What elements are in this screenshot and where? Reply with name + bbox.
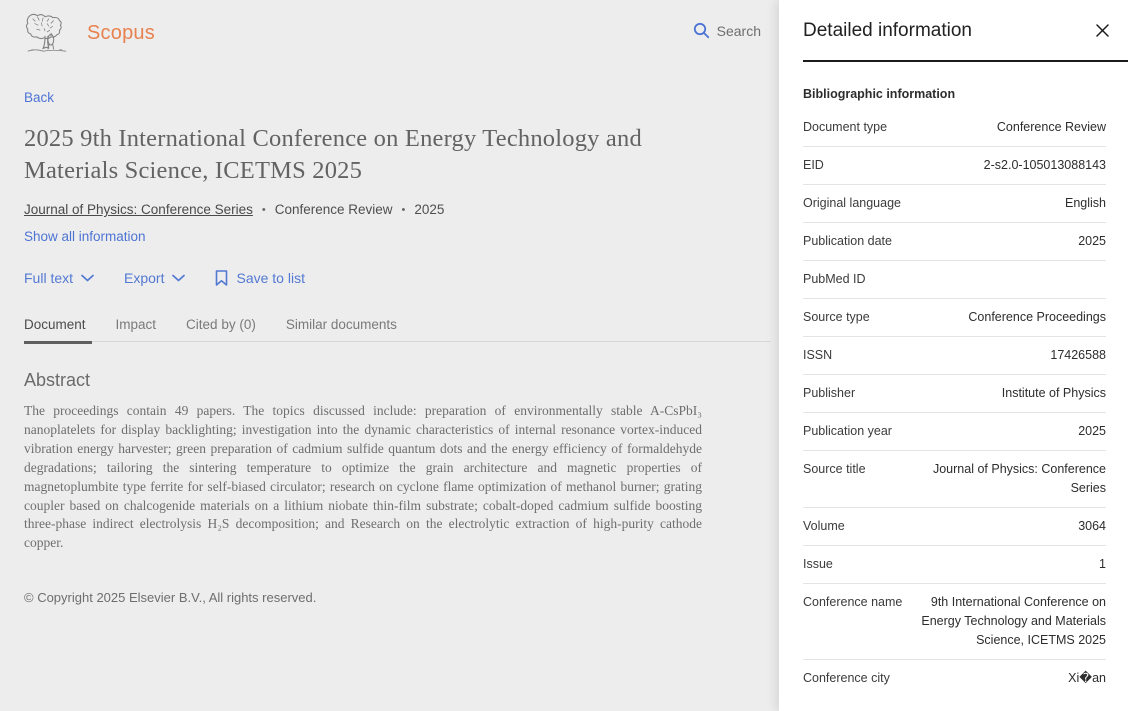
info-row-conference-city: Conference city Xi�an — [803, 659, 1106, 697]
info-row-original-language: Original language English — [803, 184, 1106, 222]
info-value: 2025 — [907, 422, 1106, 441]
info-row-publication-year: Publication year 2025 — [803, 412, 1106, 450]
show-all-information-link[interactable]: Show all information — [24, 229, 146, 244]
info-value: Journal of Physics: Conference Series — [907, 460, 1106, 498]
info-label: Source title — [803, 460, 907, 479]
info-label: ISSN — [803, 346, 907, 365]
search-button[interactable]: Search — [693, 22, 761, 39]
document-title: 2025 9th International Conference on Ene… — [24, 123, 689, 187]
detailed-information-panel: Detailed information Bibliographic infor… — [779, 0, 1128, 711]
info-row-document-type: Document type Conference Review — [803, 109, 1106, 146]
document-type-label: Conference Review — [275, 202, 393, 217]
export-label: Export — [124, 270, 164, 286]
info-label: EID — [803, 156, 907, 175]
meta-separator-dot: • — [262, 204, 266, 216]
info-row-pubmed-id: PubMed ID — [803, 260, 1106, 298]
info-label: Publication date — [803, 232, 907, 251]
panel-header: Detailed information — [779, 0, 1128, 42]
info-value: Institute of Physics — [907, 384, 1106, 403]
full-text-button[interactable]: Full text — [24, 270, 94, 286]
info-value: 17426588 — [907, 346, 1106, 365]
info-value: 2-s2.0-105013088143 — [907, 156, 1106, 175]
search-icon — [693, 22, 710, 39]
info-row-source-title: Source title Journal of Physics: Confere… — [803, 450, 1106, 507]
bibliographic-info-table: Document type Conference Review EID 2-s2… — [803, 109, 1106, 697]
chevron-down-icon — [81, 274, 94, 282]
close-panel-button[interactable] — [1090, 18, 1114, 42]
info-label: Publication year — [803, 422, 907, 441]
info-label: Document type — [803, 118, 907, 137]
panel-title-divider — [803, 60, 1128, 62]
info-label: Original language — [803, 194, 907, 213]
info-row-publisher: Publisher Institute of Physics — [803, 374, 1106, 412]
meta-separator-dot: • — [402, 204, 406, 216]
action-bar: Full text Export Save to list — [24, 270, 755, 286]
info-label: Volume — [803, 517, 907, 536]
close-icon — [1096, 24, 1109, 37]
info-value: Conference Proceedings — [907, 308, 1106, 327]
info-label: PubMed ID — [803, 270, 907, 289]
info-row-issn: ISSN 17426588 — [803, 336, 1106, 374]
info-label: Publisher — [803, 384, 907, 403]
bookmark-icon — [215, 270, 228, 286]
source-title-link[interactable]: Journal of Physics: Conference Series — [24, 202, 253, 217]
info-row-source-type: Source type Conference Proceedings — [803, 298, 1106, 336]
info-label: Conference city — [803, 669, 907, 688]
info-row-eid: EID 2-s2.0-105013088143 — [803, 146, 1106, 184]
tab-cited-by[interactable]: Cited by (0) — [186, 317, 262, 341]
info-value: Conference Review — [907, 118, 1106, 137]
info-value: 9th International Conference on Energy T… — [907, 593, 1106, 650]
export-button[interactable]: Export — [124, 270, 185, 286]
bibliographic-section-heading: Bibliographic information — [803, 87, 1104, 101]
tab-similar-documents[interactable]: Similar documents — [286, 317, 403, 341]
info-value: 2025 — [907, 232, 1106, 251]
tab-bar: Document Impact Cited by (0) Similar doc… — [24, 317, 771, 342]
info-value: Xi�an — [907, 669, 1106, 688]
scopus-wordmark: Scopus — [87, 22, 155, 45]
back-link[interactable]: Back — [24, 90, 54, 105]
search-label: Search — [717, 23, 761, 39]
top-header: Scopus Search — [24, 0, 755, 58]
elsevier-tree-logo[interactable] — [24, 10, 70, 56]
chevron-down-icon — [172, 274, 185, 282]
tab-document[interactable]: Document — [24, 317, 92, 341]
abstract-heading: Abstract — [24, 370, 755, 391]
save-to-list-button[interactable]: Save to list — [215, 270, 304, 286]
info-value: 3064 — [907, 517, 1106, 536]
abstract-text: The proceedings contain 49 papers. The t… — [24, 402, 702, 553]
document-main-area: Scopus Search Back 2025 9th Internationa… — [0, 0, 779, 711]
info-row-publication-date: Publication date 2025 — [803, 222, 1106, 260]
tab-impact[interactable]: Impact — [116, 317, 163, 341]
info-label: Source type — [803, 308, 907, 327]
full-text-label: Full text — [24, 270, 73, 286]
copyright-notice: © Copyright 2025 Elsevier B.V., All righ… — [24, 590, 755, 605]
publication-year-label: 2025 — [414, 202, 444, 217]
info-value: English — [907, 194, 1106, 213]
save-to-list-label: Save to list — [236, 270, 304, 286]
info-row-conference-name: Conference name 9th International Confer… — [803, 583, 1106, 659]
document-meta: Journal of Physics: Conference Series • … — [24, 202, 755, 217]
info-label: Conference name — [803, 593, 907, 612]
panel-title: Detailed information — [803, 20, 1104, 42]
info-label: Issue — [803, 555, 907, 574]
info-row-issue: Issue 1 — [803, 545, 1106, 583]
info-row-volume: Volume 3064 — [803, 507, 1106, 545]
info-value: 1 — [907, 555, 1106, 574]
